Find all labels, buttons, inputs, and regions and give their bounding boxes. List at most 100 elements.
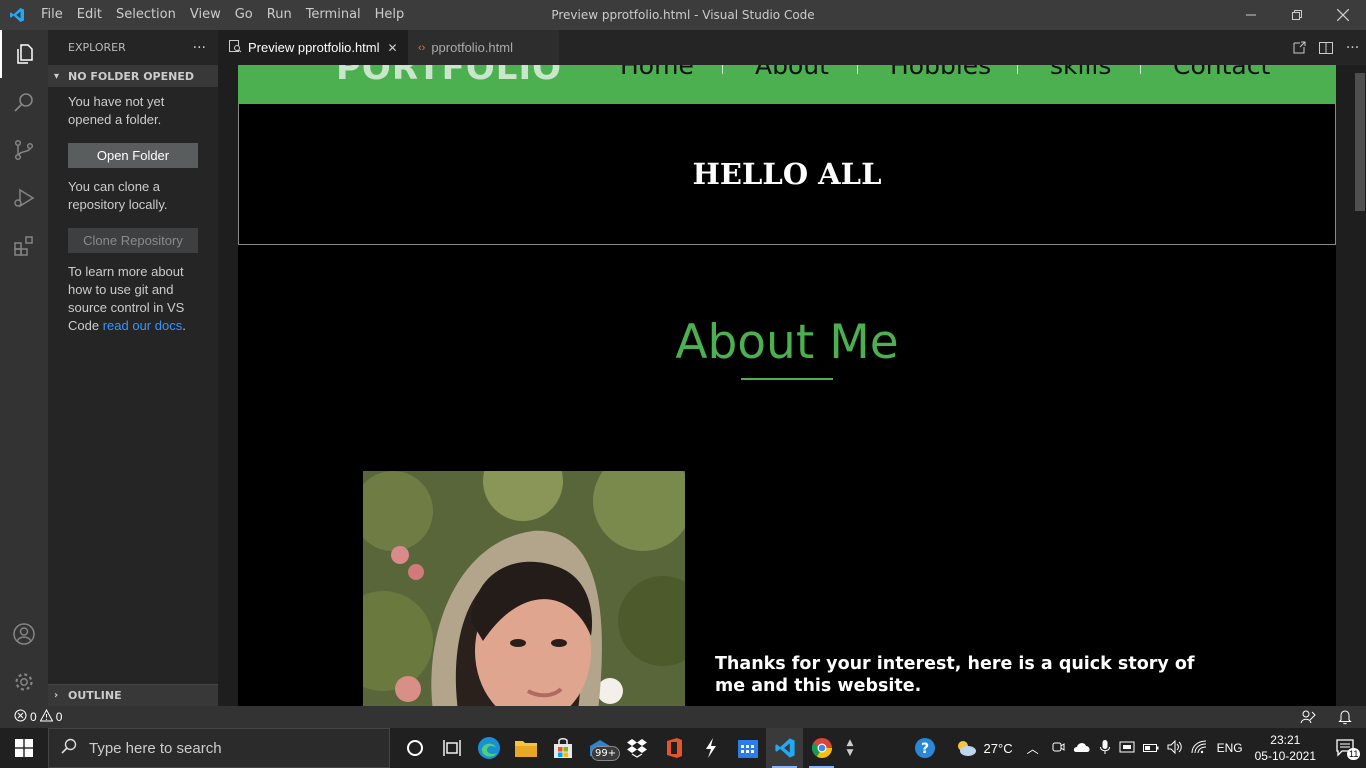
microphone-icon[interactable] bbox=[1099, 739, 1111, 758]
explorer-icon[interactable] bbox=[0, 30, 48, 78]
nav-skills[interactable]: skills bbox=[1050, 65, 1111, 80]
error-icon bbox=[14, 709, 27, 725]
explorer-header: EXPLORER ··· bbox=[48, 30, 218, 65]
scrollbar-thumb[interactable] bbox=[1355, 73, 1365, 211]
menu-help[interactable]: Help bbox=[368, 0, 412, 30]
feedback-icon[interactable] bbox=[1300, 709, 1316, 728]
warning-icon bbox=[39, 708, 54, 725]
no-folder-section-header[interactable]: ▾ NO FOLDER OPENED bbox=[48, 65, 218, 87]
edge-browser-icon[interactable] bbox=[470, 728, 507, 768]
notification-count: 11 bbox=[1347, 748, 1361, 760]
search-icon[interactable] bbox=[0, 78, 48, 126]
docs-message-suffix: . bbox=[182, 318, 186, 333]
language-indicator[interactable]: ENG bbox=[1217, 741, 1243, 755]
notifications-bell-icon[interactable] bbox=[1338, 709, 1352, 728]
preview-scrollbar[interactable] bbox=[1352, 65, 1366, 706]
minimize-button[interactable] bbox=[1228, 0, 1274, 30]
volume-icon[interactable] bbox=[1167, 739, 1183, 757]
error-count: 0 bbox=[30, 710, 37, 724]
restore-button[interactable] bbox=[1274, 0, 1320, 30]
explorer-title: EXPLORER bbox=[68, 41, 126, 54]
menu-selection[interactable]: Selection bbox=[109, 0, 183, 30]
status-bar: 0 0 bbox=[0, 706, 1366, 728]
menu-terminal[interactable]: Terminal bbox=[299, 0, 368, 30]
more-actions-icon[interactable]: ··· bbox=[193, 40, 206, 56]
nav-about[interactable]: About bbox=[755, 65, 829, 80]
profile-photo bbox=[363, 471, 685, 706]
nav-home[interactable]: Home bbox=[620, 65, 694, 80]
source-control-icon[interactable] bbox=[0, 126, 48, 174]
lightning-app-icon[interactable] bbox=[692, 728, 729, 768]
chevron-up-icon: ▲ bbox=[846, 738, 854, 748]
mail-badge: 99+ bbox=[591, 746, 621, 761]
settings-gear-icon[interactable] bbox=[0, 658, 48, 706]
nav-divider bbox=[722, 65, 723, 74]
search-icon bbox=[61, 738, 77, 758]
menu-edit[interactable]: Edit bbox=[70, 0, 109, 30]
about-story-text: Thanks for your interest, here is a quic… bbox=[715, 654, 1195, 696]
tab-html-file[interactable]: ‹› pprotfolio.html bbox=[408, 30, 559, 65]
window-controls bbox=[1228, 0, 1366, 30]
onedrive-icon[interactable] bbox=[1073, 741, 1091, 756]
office-icon[interactable] bbox=[655, 728, 692, 768]
tab-preview[interactable]: Preview pprotfolio.html ✕ bbox=[218, 30, 408, 65]
clone-message: You can clone a repository locally. bbox=[68, 179, 168, 212]
docs-message: To learn more about how to use git and s… bbox=[48, 263, 218, 335]
microsoft-store-icon[interactable] bbox=[544, 728, 581, 768]
menu-run[interactable]: Run bbox=[260, 0, 299, 30]
notification-center-icon[interactable]: 11 bbox=[1326, 728, 1366, 768]
open-source-icon[interactable] bbox=[1285, 40, 1312, 56]
wifi-icon[interactable] bbox=[1191, 740, 1207, 757]
meet-now-icon[interactable] bbox=[1051, 740, 1065, 757]
chrome-icon[interactable] bbox=[803, 728, 840, 768]
battery-icon[interactable] bbox=[1142, 741, 1159, 756]
accounts-icon[interactable] bbox=[0, 610, 48, 658]
cortana-icon[interactable] bbox=[396, 728, 433, 768]
vscode-taskbar-icon[interactable] bbox=[766, 728, 803, 768]
close-window-button[interactable] bbox=[1320, 0, 1366, 30]
taskbar-search-box[interactable]: Type here to search bbox=[48, 728, 390, 768]
menu-file[interactable]: File bbox=[34, 0, 70, 30]
temperature[interactable]: 27°C bbox=[984, 741, 1013, 756]
calendar-icon[interactable] bbox=[729, 728, 766, 768]
problems-indicator[interactable]: 0 0 bbox=[0, 708, 62, 725]
weather-icon[interactable] bbox=[952, 728, 980, 768]
close-tab-icon[interactable]: ✕ bbox=[388, 41, 398, 55]
chevron-up-icon[interactable]: ︿ bbox=[1027, 740, 1039, 757]
editor-actions: ··· bbox=[1285, 30, 1366, 65]
nav-contact[interactable]: Contact bbox=[1173, 65, 1270, 80]
split-editor-icon[interactable] bbox=[1312, 40, 1339, 56]
clock[interactable]: 23:21 05-10-2021 bbox=[1255, 732, 1316, 764]
menu-go[interactable]: Go bbox=[228, 0, 260, 30]
more-actions-icon[interactable]: ··· bbox=[1339, 40, 1366, 56]
no-folder-message: You have not yet opened a folder. bbox=[68, 94, 165, 127]
windows-taskbar: Type here to search 99+ ▲ ▼ ? 27°C ︿ ENG … bbox=[0, 728, 1366, 768]
open-folder-button[interactable]: Open Folder bbox=[68, 143, 198, 168]
clock-date: 05-10-2021 bbox=[1254, 749, 1316, 763]
site-brand[interactable]: PORTFOLIO bbox=[336, 65, 562, 88]
menu-view[interactable]: View bbox=[183, 0, 228, 30]
explorer-sidebar: EXPLORER ··· ▾ NO FOLDER OPENED You have… bbox=[48, 30, 218, 706]
html-preview: PORTFOLIO Home About Hobbies skills Cont… bbox=[238, 65, 1336, 706]
read-docs-link[interactable]: read our docs bbox=[103, 318, 183, 333]
title-bar: File Edit Selection View Go Run Terminal… bbox=[0, 0, 1366, 30]
outline-section-header[interactable]: › OUTLINE bbox=[48, 684, 218, 706]
clone-repository-button[interactable]: Clone Repository bbox=[68, 228, 198, 253]
nav-hobbies[interactable]: Hobbies bbox=[890, 65, 991, 80]
clock-time: 23:21 bbox=[1270, 733, 1301, 747]
windows-start-icon[interactable] bbox=[0, 728, 48, 768]
run-debug-icon[interactable] bbox=[0, 174, 48, 222]
help-icon[interactable]: ? bbox=[907, 728, 944, 768]
file-explorer-icon[interactable] bbox=[507, 728, 544, 768]
mail-app-icon[interactable]: 99+ bbox=[581, 728, 621, 768]
activity-bar bbox=[0, 30, 48, 706]
dropbox-icon[interactable] bbox=[618, 728, 655, 768]
tab-label: Preview pprotfolio.html bbox=[248, 40, 380, 55]
task-view-icon[interactable] bbox=[433, 728, 470, 768]
network-status-icon[interactable] bbox=[1119, 740, 1135, 757]
chevron-right-icon: › bbox=[54, 690, 59, 701]
editor-area: PORTFOLIO Home About Hobbies skills Cont… bbox=[218, 65, 1366, 706]
extensions-icon[interactable] bbox=[0, 222, 48, 270]
taskbar-scroll-arrows[interactable]: ▲ ▼ bbox=[840, 728, 860, 768]
nav-divider bbox=[857, 65, 858, 74]
